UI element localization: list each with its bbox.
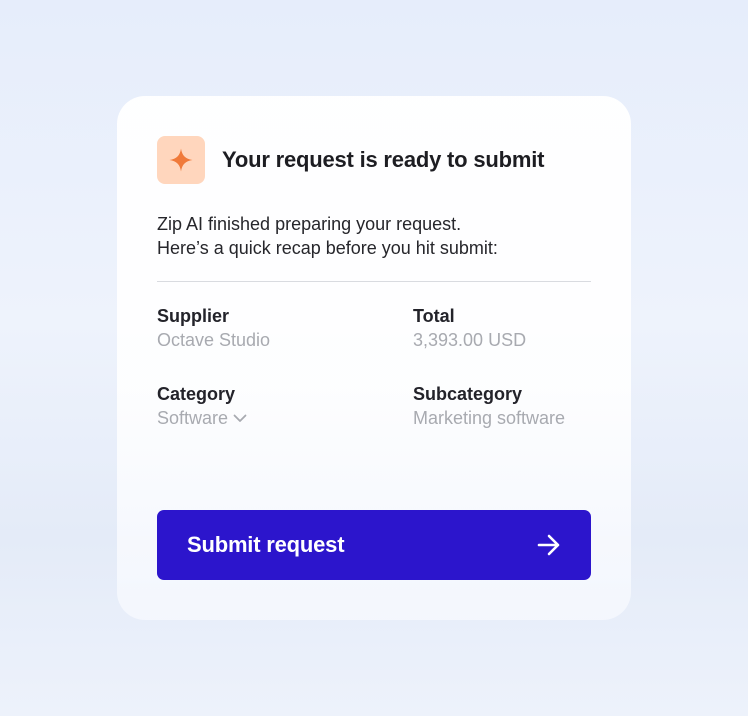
total-field: Total 3,393.00 USD bbox=[413, 304, 591, 352]
intro-text: Zip AI finished preparing your request. … bbox=[157, 212, 591, 260]
intro-line-1: Zip AI finished preparing your request. bbox=[157, 214, 462, 234]
sparkle-icon bbox=[168, 147, 194, 173]
supplier-label: Supplier bbox=[157, 306, 230, 326]
submit-button-label: Submit request bbox=[187, 532, 345, 557]
category-select[interactable]: Software bbox=[157, 406, 247, 430]
category-value: Software bbox=[157, 408, 229, 428]
divider bbox=[157, 281, 591, 282]
category-label: Category bbox=[157, 384, 236, 404]
request-summary-card: Your request is ready to submit Zip AI f… bbox=[117, 96, 631, 620]
subcategory-label: Subcategory bbox=[413, 384, 523, 404]
intro-line-2: Here’s a quick recap before you hit subm… bbox=[157, 238, 498, 258]
card-title: Your request is ready to submit bbox=[222, 147, 545, 172]
summary-fields: Supplier Octave Studio Total 3,393.00 US… bbox=[157, 304, 591, 430]
supplier-field: Supplier Octave Studio bbox=[157, 304, 413, 352]
total-value: 3,393.00 USD bbox=[413, 330, 527, 350]
submit-request-button[interactable]: Submit request bbox=[157, 510, 591, 580]
sparkle-badge bbox=[157, 136, 205, 184]
subcategory-field: Subcategory Marketing software bbox=[413, 382, 591, 430]
card-header: Your request is ready to submit bbox=[157, 136, 591, 184]
category-field: Category Software bbox=[157, 382, 413, 430]
chevron-down-icon bbox=[233, 414, 247, 423]
subcategory-value: Marketing software bbox=[413, 408, 566, 428]
total-label: Total bbox=[413, 306, 455, 326]
supplier-value: Octave Studio bbox=[157, 330, 271, 350]
arrow-right-icon bbox=[537, 534, 561, 556]
